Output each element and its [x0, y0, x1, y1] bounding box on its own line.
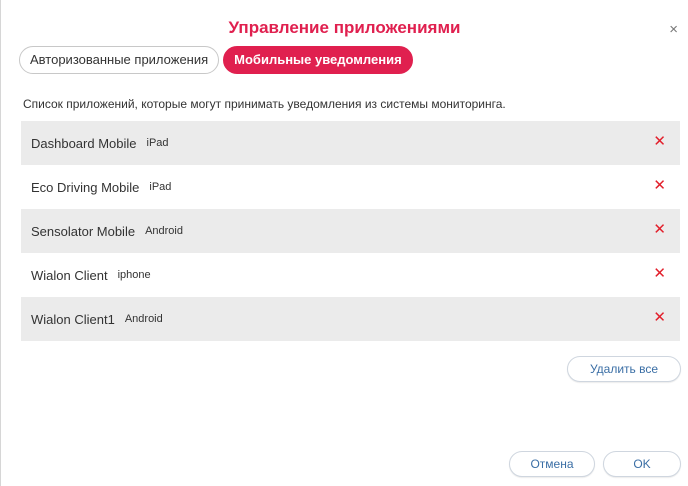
app-device: iPad [149, 181, 172, 193]
tab-bar: Авторизованные приложения Мобильные увед… [19, 46, 413, 74]
delete-x-icon[interactable]: ✕ [653, 222, 666, 237]
ok-button[interactable]: OK [603, 451, 681, 477]
app-device: Android [124, 313, 163, 325]
app-name: Sensolator Mobile [31, 223, 136, 239]
list-item: Dashboard Mobile iPad ✕ [21, 121, 680, 165]
cancel-button[interactable]: Отмена [509, 451, 595, 477]
list-item: Wialon Client1 Android ✕ [21, 297, 680, 341]
description-text: Список приложений, которые могут принима… [23, 97, 506, 111]
app-device: Android [145, 225, 183, 237]
app-name: Wialon Client1 [31, 311, 115, 327]
app-name: Wialon Client [31, 267, 108, 283]
app-device: iphone [117, 269, 151, 281]
tab-mobile-notifications[interactable]: Мобильные уведомления [223, 46, 413, 74]
dialog-title: Управление приложениями [228, 18, 461, 37]
delete-x-icon[interactable]: ✕ [653, 310, 666, 325]
list-item: Wialon Client iphone ✕ [21, 253, 680, 297]
app-name: Eco Driving Mobile [31, 179, 140, 195]
app-list: Dashboard Mobile iPad ✕ Eco Driving Mobi… [21, 121, 680, 341]
delete-all-button[interactable]: Удалить все [567, 356, 681, 382]
app-name: Dashboard Mobile [31, 135, 137, 151]
app-device: iPad [146, 137, 169, 149]
close-icon[interactable]: × [669, 22, 678, 37]
app-management-dialog: Управление приложениями × Авторизованные… [0, 0, 688, 486]
list-item: Sensolator Mobile Android ✕ [21, 209, 680, 253]
delete-x-icon[interactable]: ✕ [653, 266, 666, 281]
list-item: Eco Driving Mobile iPad ✕ [21, 165, 680, 209]
delete-x-icon[interactable]: ✕ [653, 134, 666, 149]
delete-x-icon[interactable]: ✕ [653, 178, 666, 193]
tab-authorized-apps[interactable]: Авторизованные приложения [19, 46, 220, 74]
